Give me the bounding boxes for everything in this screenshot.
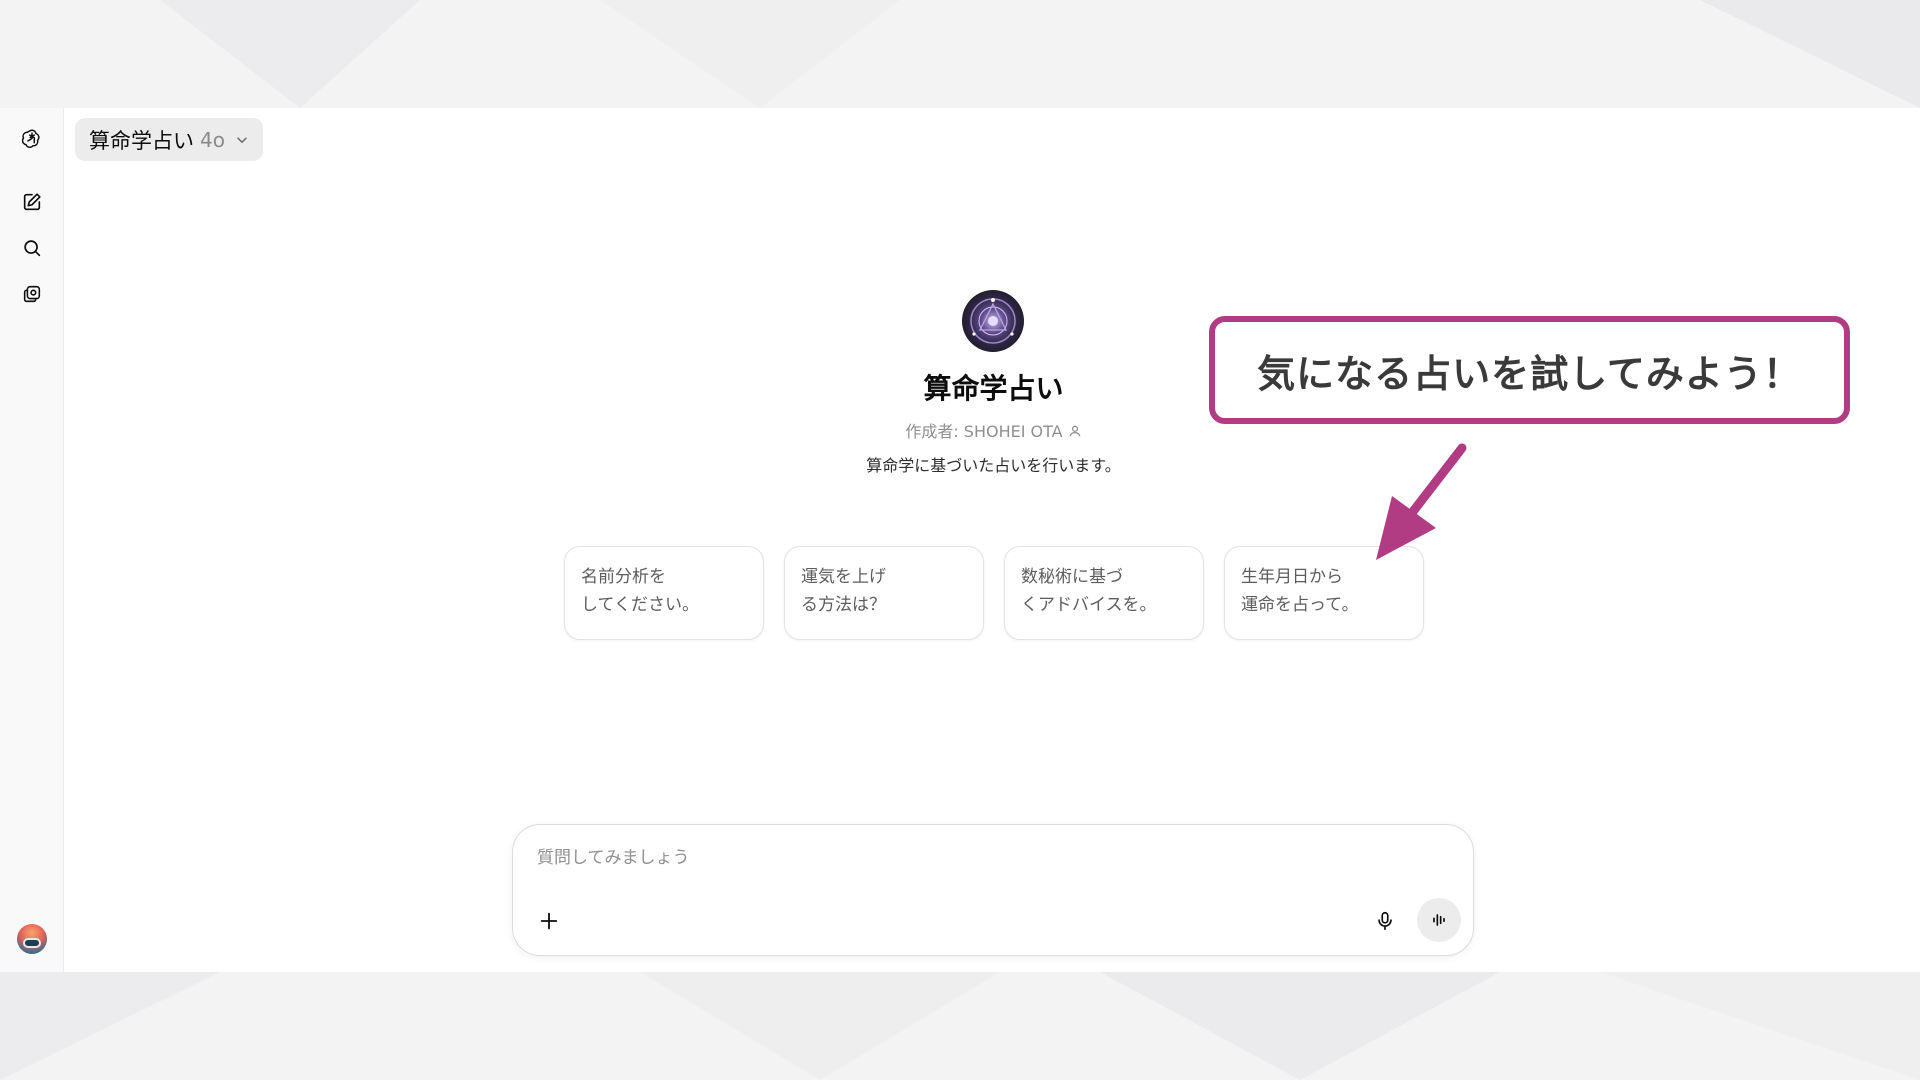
gpt-author-text: 作成者: SHOHEI OTA: [905, 422, 1063, 441]
model-version: 4o: [200, 127, 225, 152]
gpt-description: 算命学に基づいた占いを行います。: [866, 456, 1121, 475]
user-avatar[interactable]: [17, 924, 47, 954]
edit-icon[interactable]: [16, 186, 48, 218]
annotation-arrow-icon: [1376, 443, 1467, 560]
sidebar: [0, 108, 64, 972]
chevron-down-icon: [237, 136, 247, 143]
starter-card[interactable]: 名前分析を してください。: [564, 546, 764, 640]
gpts-icon[interactable]: [16, 278, 48, 310]
starter-card[interactable]: 数秘術に基づ くアドバイスを。: [1004, 546, 1204, 640]
gpt-avatar: [962, 290, 1024, 352]
model-selector[interactable]: 算命学占い 4o: [75, 118, 263, 161]
plus-icon[interactable]: [533, 905, 565, 937]
search-icon[interactable]: [16, 232, 48, 264]
mic-icon[interactable]: [1369, 905, 1401, 937]
model-name: 算命学占い: [89, 128, 194, 153]
person-icon: [1069, 425, 1081, 437]
app-window: 算命学占い 4o 算命学占い 作成者: SHOHEI OTA 算命学に基づいた占…: [0, 108, 1920, 972]
starter-card[interactable]: 運気を上げ る方法は？: [784, 546, 984, 640]
message-input[interactable]: [537, 843, 1437, 873]
annotation-callout: 気になる占いを試してみよう！: [1209, 316, 1850, 424]
openai-logo-icon[interactable]: [16, 122, 48, 154]
voice-mode-icon[interactable]: [1417, 898, 1461, 942]
composer: [512, 824, 1474, 956]
